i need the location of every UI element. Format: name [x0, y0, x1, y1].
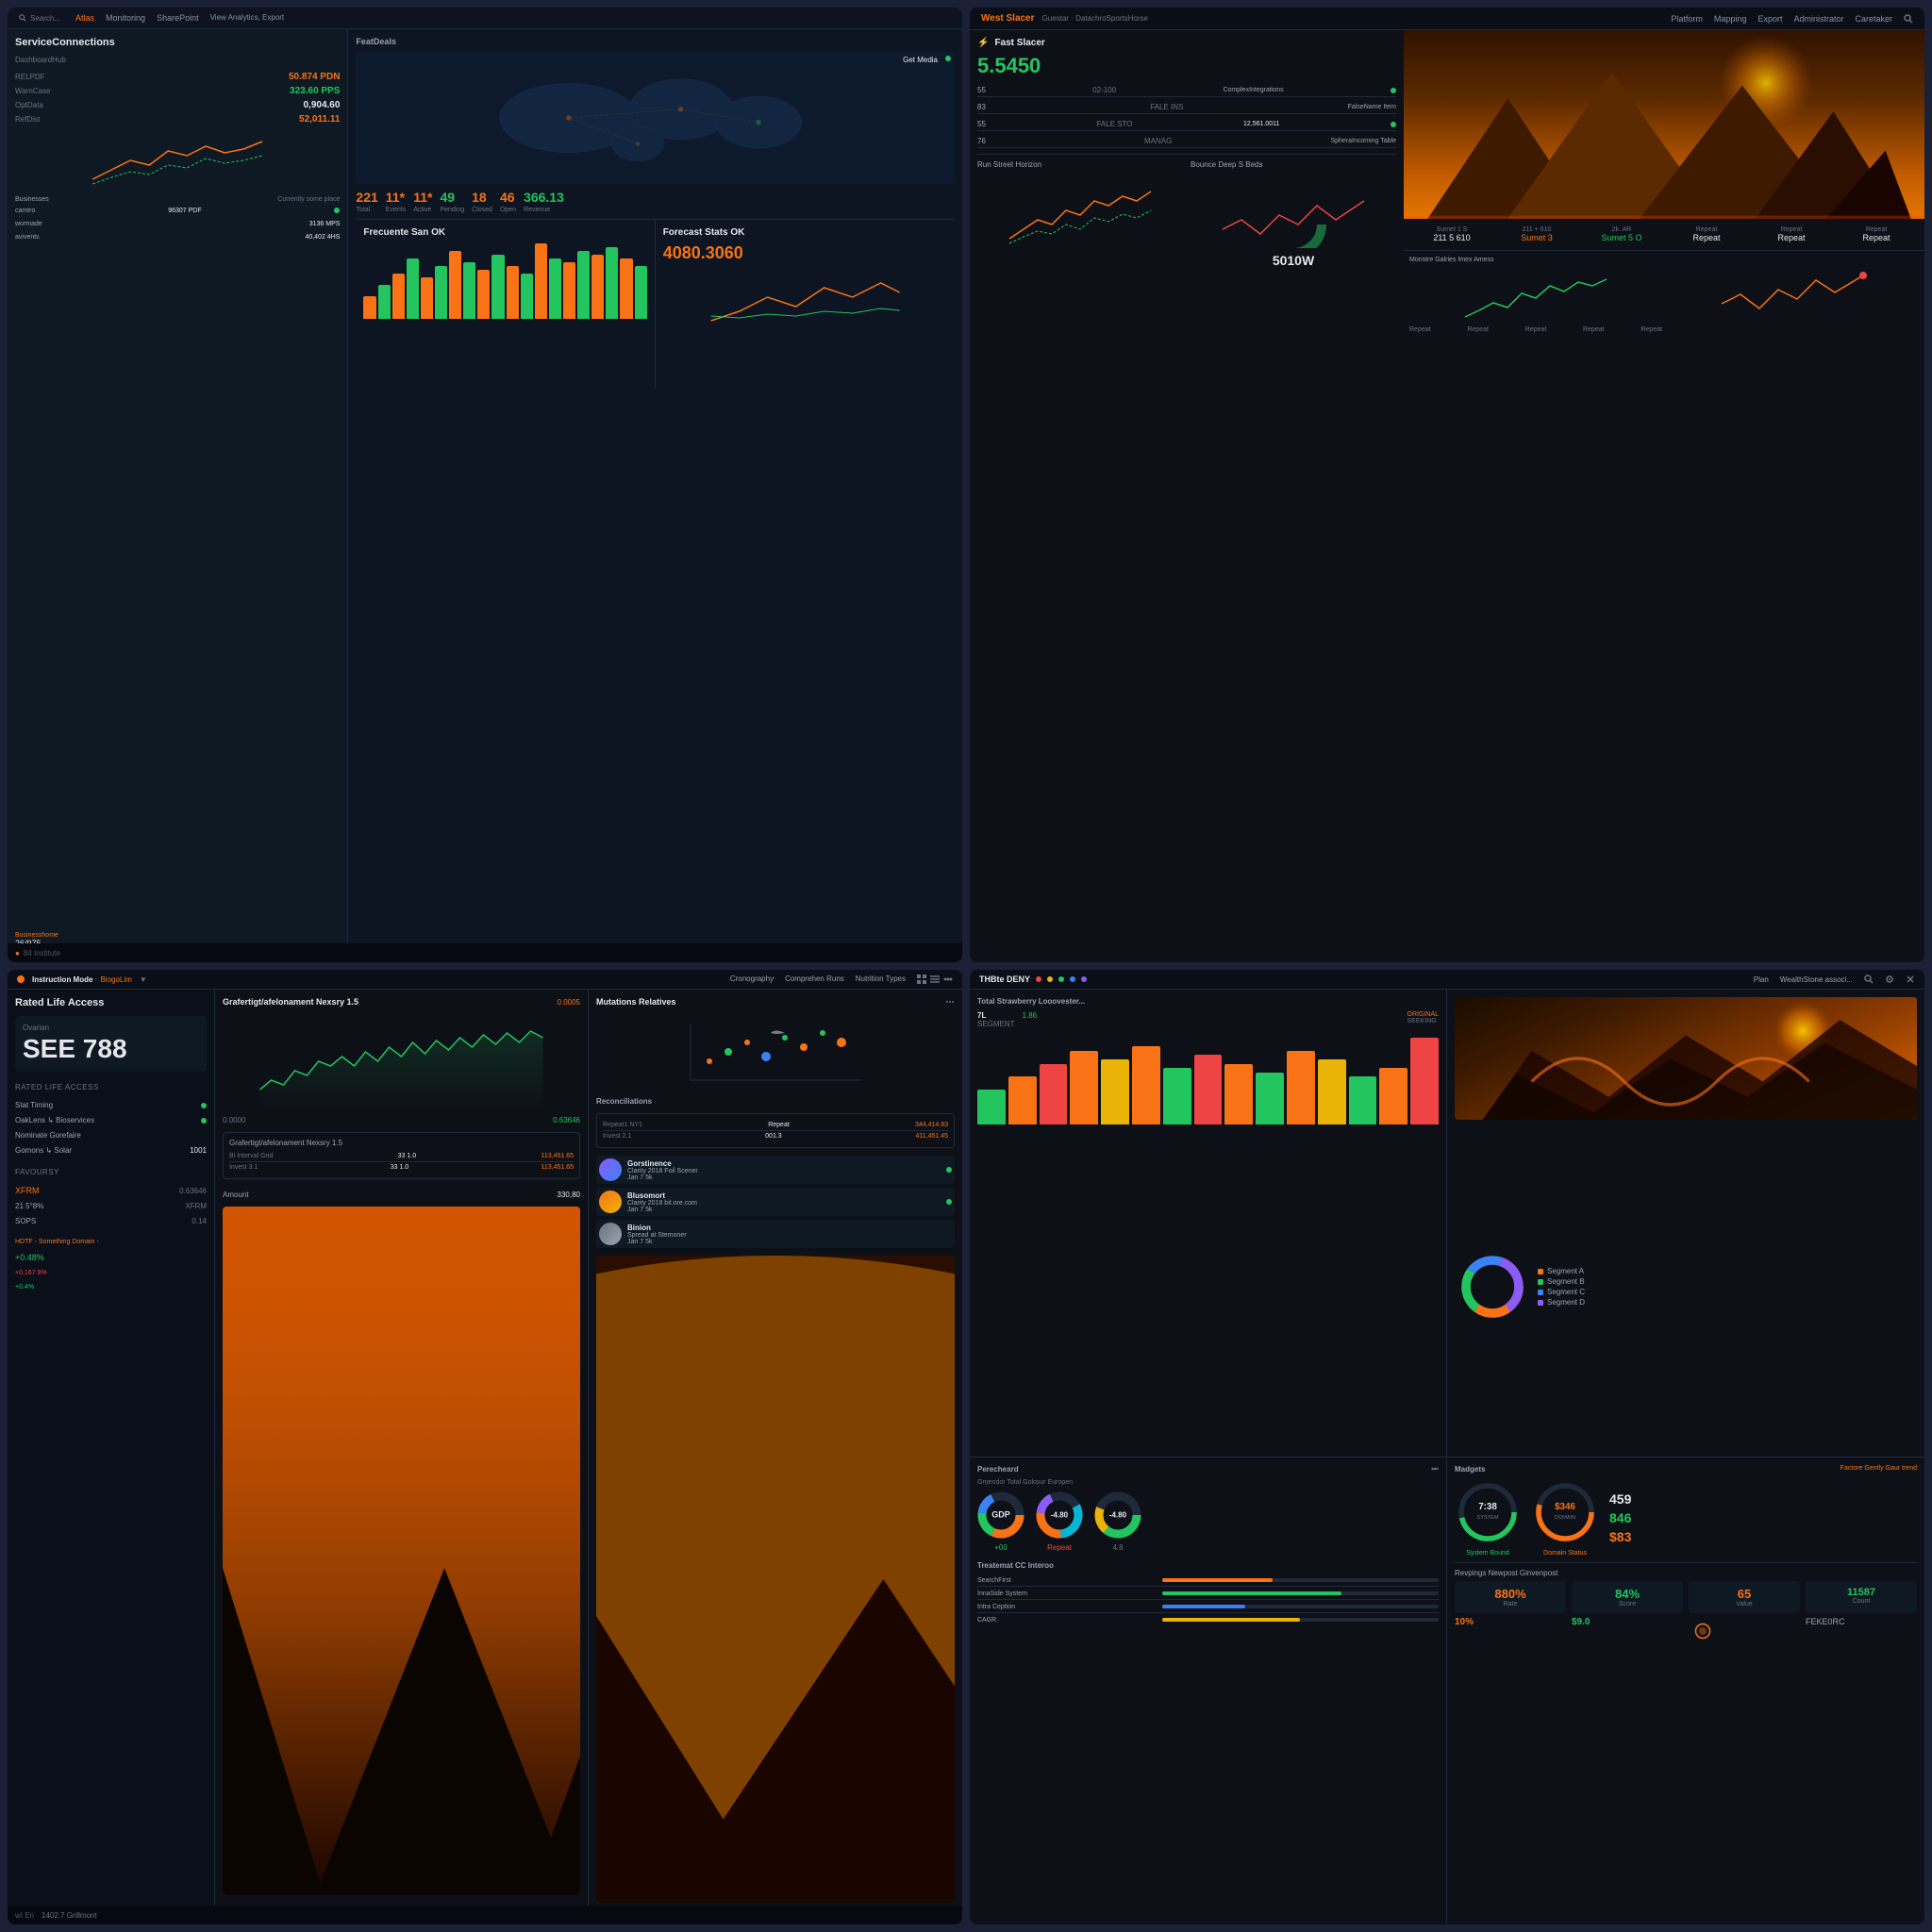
q3-more-icon[interactable]	[945, 997, 955, 1007]
q2-right-panel: Sumet 1 S 211 5 610 211 + 610 Sumet 3 2k…	[1404, 30, 1924, 962]
q3-topbar: Instruction Mode BiogoLim ▼ Cronography …	[8, 970, 962, 990]
q3-main-panel: Grafertigt/afelonament Nexsry 1.5 0.0005…	[215, 990, 589, 1924]
q1-bottom-right: Forecast Stats OK 4080.3060	[656, 220, 955, 389]
q4-panel-bar-chart: Total Strawberry Looovester... 7L SEGMEN…	[970, 990, 1447, 1457]
q1-forecast-chart	[663, 269, 947, 325]
person-item-1: Gorstinence Clarity 2018 Foil Scener Jan…	[596, 1156, 955, 1184]
svg-text:GDP: GDP	[991, 1509, 1010, 1519]
svg-text:DOMAIN: DOMAIN	[1555, 1515, 1575, 1521]
quadrant-top-right: West Slacer Guestar · DatachroSportsHors…	[970, 8, 1924, 962]
q2-bottom-line-chart	[1409, 265, 1662, 322]
q1-topbar: Search... Atlas Monitoring SharePoint Vi…	[8, 8, 962, 29]
q4-pie-3: -4.80	[1094, 1491, 1141, 1539]
quadrant-top-left: Search... Atlas Monitoring SharePoint Vi…	[8, 8, 962, 962]
q3-sidebar: Rated Life Access Ovarian SEE 788 Rated …	[8, 990, 215, 1924]
svg-text:-4.80: -4.80	[1051, 1510, 1069, 1519]
q1-footer: ● 84 Institute	[8, 943, 962, 962]
person-item-2: Blusomort Clarity 2018 bit.ore.com Jan 7…	[596, 1188, 955, 1216]
q3-main-chart	[223, 1014, 580, 1108]
q1-bottom-left: Frecuente San OK	[356, 220, 655, 389]
q1-search[interactable]: Search...	[19, 14, 60, 23]
q4-pie-2: -4.80	[1036, 1491, 1083, 1539]
q4-panel3-icon[interactable]	[1431, 1465, 1439, 1473]
q3-grid-icon[interactable]	[917, 974, 926, 984]
q4-gauge-1: 7:38 SYSTEM	[1455, 1479, 1521, 1545]
q2-hero-value: 5.5450	[977, 54, 1396, 78]
q4-pie-row: GDP +00 -4.80 Repeat	[977, 1491, 1439, 1552]
q3-bottom-landscape	[596, 1256, 955, 1903]
metric-row-2: WarnCase 323.60 PPS	[15, 86, 340, 96]
q1-metrics: RELPDF 50.874 PDN WarnCase 323.60 PPS Op…	[15, 72, 340, 125]
q3-landscape	[223, 1207, 580, 1895]
svg-text:SYSTEM: SYSTEM	[1476, 1515, 1498, 1521]
q1-bottom: Frecuente San OK	[356, 219, 955, 389]
q1-line-chart	[15, 132, 340, 189]
q2-search-icon[interactable]	[1904, 14, 1913, 24]
q3-footer: wI En 1402.7 Grillmont	[8, 1906, 962, 1924]
svg-text:-4.80: -4.80	[1109, 1510, 1127, 1519]
q1-left-panel: ServiceConnections DashboardHub RELPDF 5…	[8, 29, 348, 962]
q4-panel-gauges: Madgets Factore Gently Gaur trend 7:38 S…	[1447, 1457, 1924, 1925]
q4-panel-pies: Perecheard Groendor Total Golosur Europe…	[970, 1457, 1447, 1925]
q3-nav: Cronography Comprehen Runs Nutrition Typ…	[730, 974, 953, 984]
q2-price-list: 55 02-100 ComplexIntegrations 83 FALE IN…	[977, 84, 1396, 148]
svg-text:$346: $346	[1555, 1502, 1575, 1512]
q1-nav: Atlas Monitoring SharePoint View Analyti…	[75, 13, 284, 23]
q2-bottom-metrics: Sumet 1 S 211 5 610 211 + 610 Sumet 3 2k…	[1404, 219, 1924, 250]
q3-list-icon[interactable]	[930, 974, 940, 984]
q2-hero-image	[1404, 30, 1924, 219]
q4-close-icon[interactable]	[1906, 974, 1915, 984]
q3-menu-icon[interactable]	[943, 974, 953, 984]
q4-hero-image	[1455, 997, 1917, 1120]
q1-status-list: Businesses Currently some place camtro 9…	[15, 196, 340, 242]
svg-text:7:38: 7:38	[1478, 1502, 1497, 1512]
person-item-3: Binion Spread at Stemoner Jan 7 5k	[596, 1220, 955, 1248]
q3-person-feed: Gorstinence Clarity 2018 Foil Scener Jan…	[596, 1156, 955, 1248]
q3-right-chart	[596, 1014, 955, 1090]
quadrant-bottom-left: Instruction Mode BiogoLim ▼ Cronography …	[8, 970, 962, 1924]
quadrant-bottom-right: THBte DENY Plan WealthStone associ... To…	[970, 970, 1924, 1924]
q1-chart-area: FeatDeals	[348, 29, 962, 962]
q2-topbar: West Slacer Guestar · DatachroSportsHors…	[970, 8, 1924, 30]
search-text: Search...	[30, 14, 60, 23]
q4-topbar: THBte DENY Plan WealthStone associ...	[970, 970, 1924, 990]
q2-line-chart-2	[1191, 173, 1396, 248]
q4-nav: Plan WealthStone associ...	[1754, 974, 1915, 984]
q1-stats-row: 221 Total 11* Events 11* Active 49 Pendi…	[356, 190, 955, 213]
q4-bar-chart	[977, 1034, 1439, 1128]
q1-bar-chart	[363, 243, 646, 319]
q2-left-panel: ⚡ Fast Slacer 5.5450 55 02-100 ComplexIn…	[970, 30, 1404, 962]
q3-right-panel: Mutations Relatives Reconciliations	[589, 990, 962, 1924]
q4-panel-hero: Segment A Segment B Segment C Segment D	[1447, 990, 1924, 1457]
q1-world-map: Get Media	[356, 52, 955, 184]
q4-small-icon-1	[1689, 1617, 1717, 1645]
q4-settings-icon[interactable]	[1885, 974, 1894, 984]
q2-bottom-line-chart-2	[1666, 257, 1919, 313]
q4-gauges-row: 7:38 SYSTEM System Bound $346 DOMAIN Dom…	[1455, 1479, 1917, 1557]
q4-search-icon[interactable]	[1864, 974, 1874, 984]
q4-bottom-numbers: 880% Rate 84% Score 65 Value 11587 Count	[1455, 1581, 1917, 1613]
q4-pie-1: GDP	[977, 1491, 1024, 1539]
q2-nav: Platform Mapping Export Administrator Ca…	[1671, 14, 1913, 24]
metric-row-4: RefDist 52,011.11	[15, 114, 340, 125]
q1-title: ServiceConnections	[15, 37, 340, 48]
q2-line-chart-1	[977, 173, 1183, 248]
metric-row-3: OptData 0,904.60	[15, 100, 340, 110]
q4-donut-chart	[1455, 1249, 1530, 1324]
metric-row-1: RELPDF 50.874 PDN	[15, 72, 340, 82]
q4-gauge-2: $346 DOMAIN	[1532, 1479, 1598, 1545]
